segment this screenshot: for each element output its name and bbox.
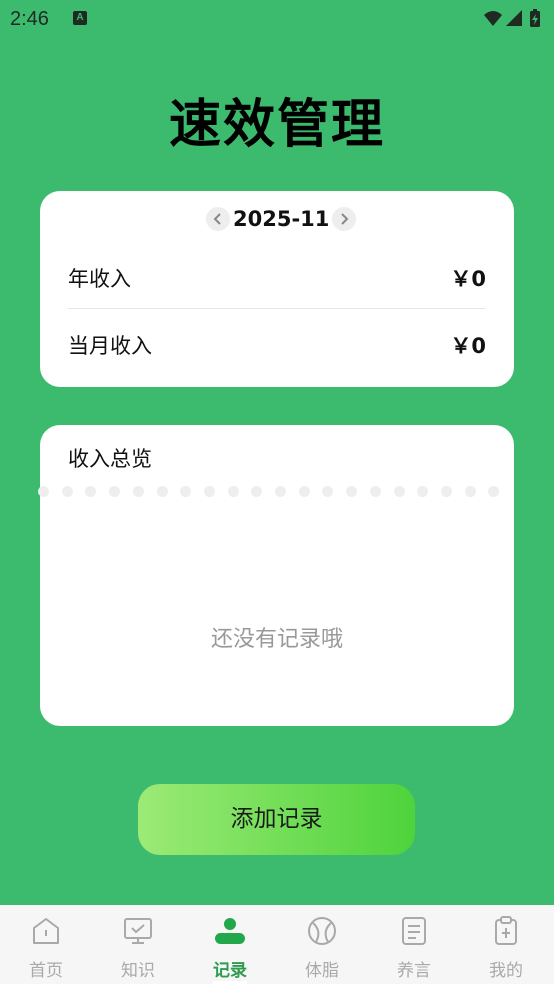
next-month-button[interactable] [332, 207, 357, 231]
annual-income-row: 年收入 ￥0 [68, 255, 486, 295]
monitor-icon [124, 918, 152, 944]
perforation-dot [346, 486, 358, 497]
monthly-income-label: 当月收入 [68, 334, 152, 358]
perforation-dot [180, 486, 192, 497]
signal-icon [506, 10, 522, 26]
tab-body-fat[interactable]: 体脂 [276, 905, 368, 984]
perforation-dot [203, 486, 215, 497]
wifi-icon [484, 11, 502, 26]
status-time: 2:46 [10, 8, 49, 30]
tab-home[interactable]: 首页 [0, 905, 92, 984]
perforation-divider [38, 486, 514, 498]
month-label[interactable]: 2025-11 [233, 207, 329, 231]
tab-knowledge[interactable]: 知识 [92, 905, 184, 984]
perforation-dot [85, 486, 97, 497]
perforation-dot [156, 486, 168, 497]
tab-mine[interactable]: 我的 [460, 905, 552, 984]
perforation-dot [464, 486, 476, 497]
add-record-button[interactable]: 添加记录 [138, 784, 415, 855]
ball-icon [308, 917, 336, 945]
perforation-dot [417, 486, 429, 497]
perforation-dot [488, 486, 500, 497]
divider [68, 308, 486, 309]
perforation-dot [61, 486, 73, 497]
person-icon [215, 918, 245, 944]
tab-sayings-label: 养言 [397, 961, 431, 981]
page-title: 速效管理 [168, 95, 385, 155]
chevron-right-icon [341, 213, 349, 225]
document-icon [402, 917, 426, 945]
perforation-dot [393, 486, 405, 497]
perforation-dot [251, 486, 263, 497]
prev-month-button[interactable] [206, 207, 230, 231]
tab-home-label: 首页 [29, 961, 63, 981]
bottom-nav: 首页 知识 记录 体脂 养言 我的 [0, 905, 554, 984]
perforation-dot [275, 486, 286, 497]
perforation-dot [38, 486, 49, 497]
perforation-dot [109, 486, 121, 497]
perforation-dot [440, 486, 452, 497]
chevron-left-icon [213, 213, 221, 225]
empty-state-text: 还没有记录哦 [210, 627, 343, 652]
annual-income-label: 年收入 [68, 267, 131, 291]
tab-mine-label: 我的 [489, 961, 523, 981]
perforation-dot [132, 486, 144, 497]
monthly-income-value: ￥0 [450, 334, 486, 358]
tab-sayings[interactable]: 养言 [368, 905, 460, 984]
tab-records[interactable]: 记录 [184, 905, 276, 984]
perforation-dot [322, 486, 334, 497]
clipboard-icon [495, 916, 517, 945]
overview-title: 收入总览 [68, 447, 152, 471]
tab-records-label: 记录 [213, 961, 247, 981]
overview-card: 收入总览 还没有记录哦 [38, 425, 514, 726]
perforation-dot [298, 486, 310, 497]
status-bar: 2:46 A [0, 0, 554, 40]
perforation-dot [369, 486, 381, 497]
perforation-dot [227, 486, 239, 497]
month-selector: 2025-11 [206, 205, 357, 233]
home-icon [33, 918, 59, 944]
battery-icon [530, 9, 540, 27]
tab-knowledge-label: 知识 [121, 961, 155, 981]
annual-income-value: ￥0 [450, 267, 486, 291]
status-icons [482, 8, 546, 35]
tab-body-fat-label: 体脂 [305, 961, 339, 981]
monthly-income-row: 当月收入 ￥0 [68, 322, 486, 362]
notification-icon: A [73, 11, 87, 25]
summary-card: 2025-11 年收入 ￥0 当月收入 ￥0 [40, 191, 514, 387]
